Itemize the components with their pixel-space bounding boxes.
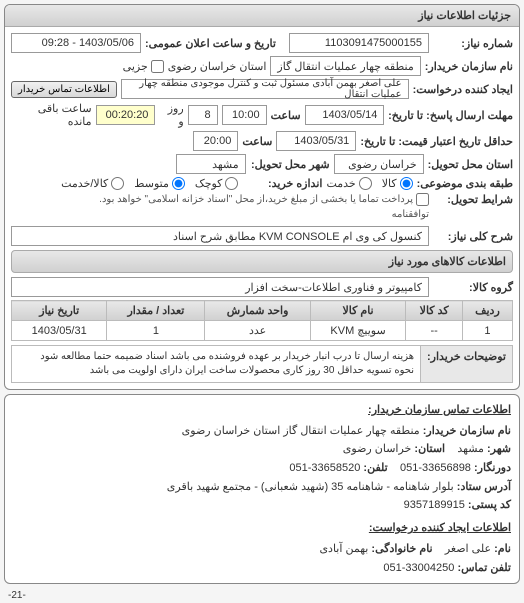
table-row[interactable]: 1 -- سوییچ KVM عدد 1 1403/05/31 [12,321,513,341]
validity-date: 1403/05/31 [276,131,356,151]
contact-panel: اطلاعات تماس سازمان خریدار: نام سازمان خ… [4,394,520,584]
address-value: بلوار شاهنامه - شاهنامه 35 (شهید شعبانی)… [167,481,454,493]
radio-medium[interactable]: متوسط [134,177,185,190]
contact-title: اطلاعات تماس سازمان خریدار: [13,401,511,420]
col-code: کد کالا [406,301,462,321]
table-header-row: ردیف کد کالا نام کالا واحد شمارش تعداد /… [12,301,513,321]
buyer-notes-text: هزینه ارسال تا درب انبار خریدار بر عهده … [12,346,420,382]
request-number-label: شماره نیاز: [433,37,513,50]
lastname-value: بهمن آبادی [319,543,368,555]
col-qty: تعداد / مقدار [107,301,205,321]
delivery-terms-label: شرایط تحویل: [433,193,513,206]
day-word: روز و [159,102,183,128]
validity-time: 20:00 [193,131,238,151]
province-label: استان خراسان رضوی [168,60,267,73]
size-label: اندازه خرید: [242,177,322,190]
response-deadline-date: 1403/05/14 [305,105,385,125]
announce-date-field: 1403/05/06 - 09:28 [11,33,141,53]
requester-label: ایجاد کننده درخواست: [413,83,513,96]
col-row: ردیف [462,301,512,321]
category-field: کامپیوتر و فناوری اطلاعات-سخت افزار [11,277,429,297]
firstname-label: نام: [494,543,511,555]
buyer-name-label: نام سازمان خریدار: [425,60,513,73]
main-desc: کنسول کی وی ام KVM CONSOLE مطابق شرح اسن… [11,226,429,246]
time-label-2: ساعت [242,135,272,148]
delivery-city: مشهد [176,154,246,174]
creator-title: اطلاعات ایجاد کننده درخواست: [13,519,511,538]
postal-label: کد پستی: [468,499,511,511]
lastname-label: نام خانوادگی: [371,543,432,555]
buyer-notes-label: توضیحات خریدار: [420,346,512,382]
fax-value: 051-33656898 [400,462,471,474]
buyer-contact-button[interactable]: اطلاعات تماس خریدار [11,81,117,98]
address-label: آدرس ستاد: [457,481,511,493]
org-label: نام سازمان خریدار: [423,425,511,437]
time-label-1: ساعت [271,109,301,122]
response-deadline-label: مهلت ارسال پاسخ: تا تاریخ: [388,109,513,122]
details-panel: جزئیات اطلاعات نیاز شماره نیاز: 11030914… [4,4,520,390]
response-deadline-time: 10:00 [222,105,267,125]
remaining-time: 00:20:20 [96,105,156,125]
category-label: گروه کالا: [433,281,513,294]
payment-checkbox[interactable] [416,193,429,206]
contact-phone-label: تلفن تماس: [457,562,511,574]
buyer-notes-box: توضیحات خریدار: هزینه ارسال تا درب انبار… [11,345,513,383]
items-table: ردیف کد کالا نام کالا واحد شمارش تعداد /… [11,300,513,341]
org-value: منطقه چهار عملیات انتقال گاز استان خراسا… [182,425,420,437]
contact-phone-value: 051-33004250 [383,562,454,574]
province-value: خراسان رضوی [343,443,412,455]
firstname-value: علی اصغر [445,543,491,555]
postal-value: 9357189915 [404,499,465,511]
radio-large[interactable]: کالا/خدمت [61,177,124,190]
size-radios: کوچک متوسط کالا/خدمت [61,177,238,190]
main-desc-label: شرح کلی نیاز: [433,230,513,243]
remaining-days: 8 [188,105,218,125]
items-section-title: اطلاعات کالاهای مورد نیاز [11,250,513,273]
agreement-note: توافقنامه [392,209,429,220]
remaining-label: ساعت باقی مانده [11,102,92,128]
radio-services[interactable]: خدمت [326,177,371,190]
announce-date-label: تاریخ و ساعت اعلان عمومی: [145,37,276,50]
panel-title: جزئیات اطلاعات نیاز [5,5,519,27]
phone-value: 051-33658520 [289,462,360,474]
fax-label: دورنگار: [474,462,511,474]
payment-note-checkbox[interactable]: پرداخت تماما یا بخشی از مبلغ خرید،از محل… [99,193,429,206]
validity-label: حداقل تاریخ اعتبار قیمت: تا تاریخ: [360,135,513,148]
classification-radios: کالا خدمت [326,177,412,190]
radio-small[interactable]: کوچک [195,177,239,190]
city-label: شهر: [487,443,511,455]
requester-field: علی اصغر بهمن آبادی مسئول ثبت و کنترل مو… [121,79,409,99]
delivery-province: خراسان رضوی [334,154,424,174]
radio-goods[interactable]: کالا [382,177,413,190]
buyer-name-field: منطقه چهار عملیات انتقال گاز [270,56,420,76]
packaging-label: طبقه بندی موضوعی: [417,177,513,190]
page-number: -21- [0,588,524,603]
col-name: نام کالا [310,301,406,321]
phone-label: تلفن: [363,462,387,474]
request-number-field: 1103091475000155 [289,33,429,53]
col-needdate: تاریخ نیاز [12,301,107,321]
partial-checkbox[interactable] [151,60,164,73]
partial-checkbox-label[interactable]: جزیی [123,60,164,73]
panel-body: شماره نیاز: 1103091475000155 تاریخ و ساع… [5,27,519,389]
province-label-2: استان: [414,443,445,455]
delivery-city-label: شهر محل تحویل: [250,158,330,171]
col-unit: واحد شمارش [205,301,310,321]
delivery-province-label: استان محل تحویل: [428,158,513,171]
city-value: مشهد [457,443,484,455]
